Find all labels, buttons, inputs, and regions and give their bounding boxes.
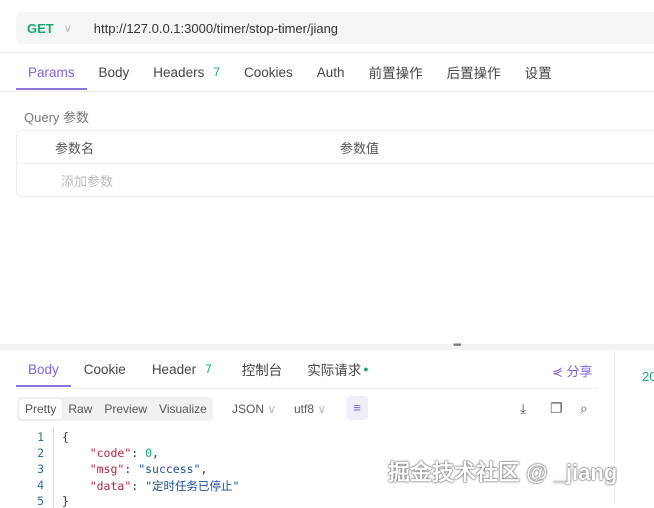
tab-settings[interactable]: 设置 (513, 54, 564, 90)
tab-label: 后置操作 (446, 66, 501, 81)
share-label: 分享 (566, 364, 593, 379)
gutter-divider (53, 428, 54, 508)
json-key: "data" (89, 479, 132, 493)
view-visualize[interactable]: Visualize (153, 399, 213, 419)
line-number: 3 (37, 462, 44, 476)
tab-response-body[interactable]: Body (16, 351, 71, 387)
encoding-select[interactable]: utf8 ∨ (294, 402, 326, 416)
tab-label: 控制台 (241, 363, 283, 378)
json-value: "定时任务已停止" (145, 479, 240, 493)
params-table: 参数名 参数值 添加参数 (16, 130, 654, 197)
search-icon[interactable]: ⌕ (580, 400, 588, 417)
tab-label: 设置 (524, 66, 552, 81)
encoding-value: utf8 (294, 402, 315, 416)
share-icon: ⋞ (552, 364, 563, 379)
view-raw[interactable]: Raw (62, 399, 98, 419)
resize-splitter[interactable] (0, 344, 654, 350)
url-input[interactable]: http://127.0.0.1:3000/timer/stop-timer/j… (94, 21, 338, 36)
tab-body[interactable]: Body (87, 54, 142, 90)
divider (0, 91, 654, 92)
tab-actual-request[interactable]: 实际请求 ● (299, 351, 376, 387)
tab-response-header[interactable]: Header 7 (139, 351, 225, 387)
tab-headers[interactable]: Headers 7 (141, 54, 232, 90)
tab-params[interactable]: Params (16, 54, 87, 90)
tab-label: Body (28, 361, 59, 377)
view-mode-toggle: Pretty Raw Preview Visualize (17, 397, 213, 421)
count-badge: 7 (205, 362, 212, 376)
method-select[interactable]: GET (27, 21, 54, 36)
copy-icon[interactable]: ❐ (550, 400, 563, 417)
code-line: "msg": "success", (89, 462, 208, 476)
share-button[interactable]: ⋞ 分享 (552, 361, 593, 380)
tab-label: Cookie (83, 361, 126, 377)
tab-label: Params (28, 64, 75, 80)
add-param-row[interactable]: 添加参数 (17, 164, 654, 197)
code-line: "code": 0, (89, 446, 159, 460)
view-preview[interactable]: Preview (98, 399, 153, 419)
line-number: 4 (37, 478, 44, 492)
column-header-value: 参数值 (340, 140, 380, 156)
tab-label: Header (151, 361, 197, 377)
table-header: 参数名 参数值 (17, 131, 654, 164)
tab-pre-actions[interactable]: 前置操作 (357, 54, 435, 90)
format-select[interactable]: JSON ∨ (232, 402, 276, 416)
tab-console[interactable]: 控制台 (225, 351, 300, 387)
chevron-down-icon: ∨ (317, 402, 327, 416)
code-line: "data": "定时任务已停止" (89, 479, 240, 493)
json-key: "msg" (89, 462, 125, 476)
json-value: "success" (138, 462, 201, 476)
count-badge: 7 (213, 65, 221, 79)
response-tabs: Body Cookie Header 7 控制台 实际请求 ● (16, 351, 598, 387)
query-title: Query 参数 (24, 110, 90, 125)
chevron-down-icon: ∨ (267, 402, 277, 416)
punct: , (200, 462, 208, 476)
tab-label: Headers (153, 64, 205, 80)
word-wrap-icon[interactable]: ≡ (346, 396, 368, 420)
line-number: 1 (37, 430, 44, 444)
tab-response-cookie[interactable]: Cookie (71, 351, 139, 387)
column-header-name: 参数名 (55, 140, 95, 156)
add-param-input[interactable]: 添加参数 (61, 171, 113, 190)
divider (16, 388, 598, 389)
view-pretty[interactable]: Pretty (19, 399, 63, 419)
tab-auth[interactable]: Auth (305, 54, 357, 90)
tab-label: Body (98, 64, 130, 80)
chevron-down-icon[interactable]: ∨ (64, 22, 72, 35)
watermark: 掘金技术社区 @ _jiang (388, 460, 618, 485)
request-tabs: Params Body Headers 7 Cookies Auth 前置操作 后… (16, 54, 564, 90)
status-code-partial: 20 (642, 369, 654, 384)
line-number: 2 (37, 446, 44, 460)
download-icon[interactable]: ⤓ (520, 400, 526, 417)
tab-cookies[interactable]: Cookies (232, 54, 305, 90)
tab-label: Cookies (244, 64, 293, 80)
format-value: JSON (232, 402, 265, 416)
json-key: "code" (89, 446, 132, 460)
status-dot-icon: ● (363, 364, 369, 374)
tab-label: Auth (316, 64, 345, 80)
url-bar: GET ∨ http://127.0.0.1:3000/timer/stop-t… (16, 12, 654, 44)
divider (0, 52, 654, 53)
side-panel: 20 (614, 350, 654, 504)
code-line: } (62, 494, 69, 508)
tab-label: 实际请求 (307, 363, 362, 378)
punct: , (152, 446, 159, 460)
line-number: 5 (37, 494, 44, 508)
tab-label: 前置操作 (368, 66, 423, 81)
json-value: 0 (145, 446, 153, 460)
code-line: { (62, 430, 69, 444)
drag-handle-icon[interactable]: ••• (453, 340, 461, 351)
tab-post-actions[interactable]: 后置操作 (435, 54, 513, 90)
